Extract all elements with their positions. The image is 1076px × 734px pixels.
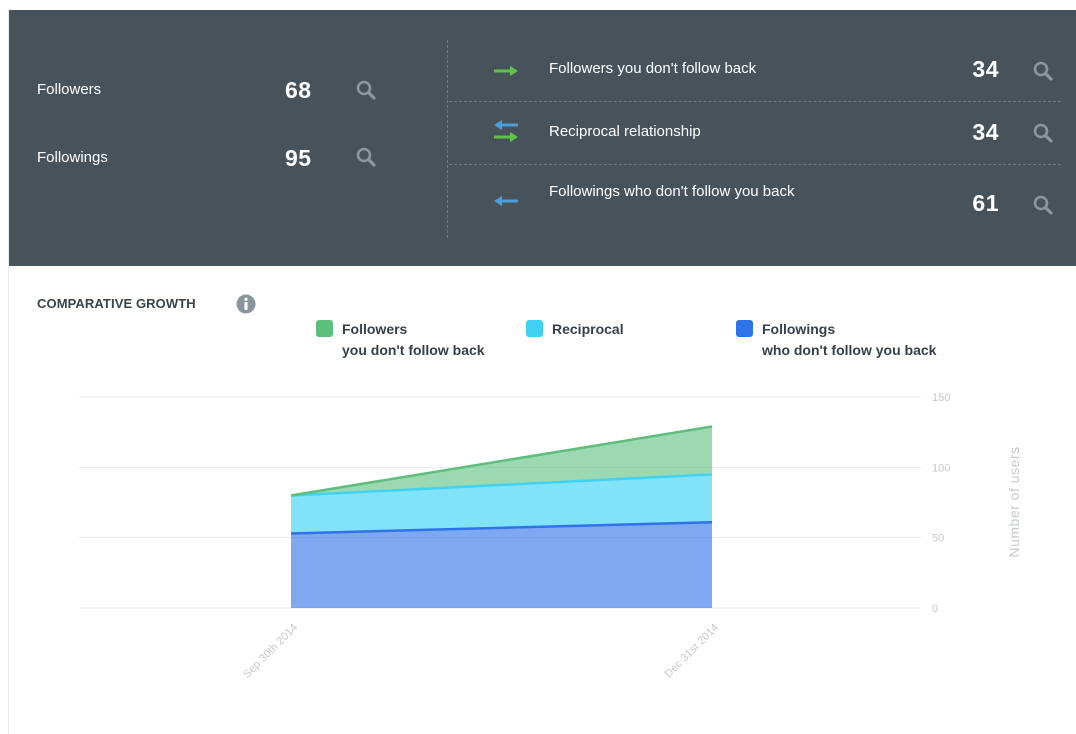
x-tick-label: Sep 30th 2014: [241, 622, 300, 681]
y-tick-label: 50: [932, 533, 944, 545]
y-axis-label: Number of users: [1006, 447, 1022, 558]
y-tick-label: 150: [932, 392, 950, 404]
y-tick-label: 100: [932, 462, 950, 474]
area-series-2: [291, 522, 712, 608]
comparative-growth-chart: 0 50 100 150 Sep 30th 2014 Dec 31st 2014 Numbe…: [79, 392, 1022, 681]
y-tick-label: 0: [932, 603, 938, 615]
x-tick-label: Dec 31st 2014: [662, 622, 721, 681]
dashboard-frame: Followers 68 Followings 95 Followers you…: [8, 10, 1076, 734]
